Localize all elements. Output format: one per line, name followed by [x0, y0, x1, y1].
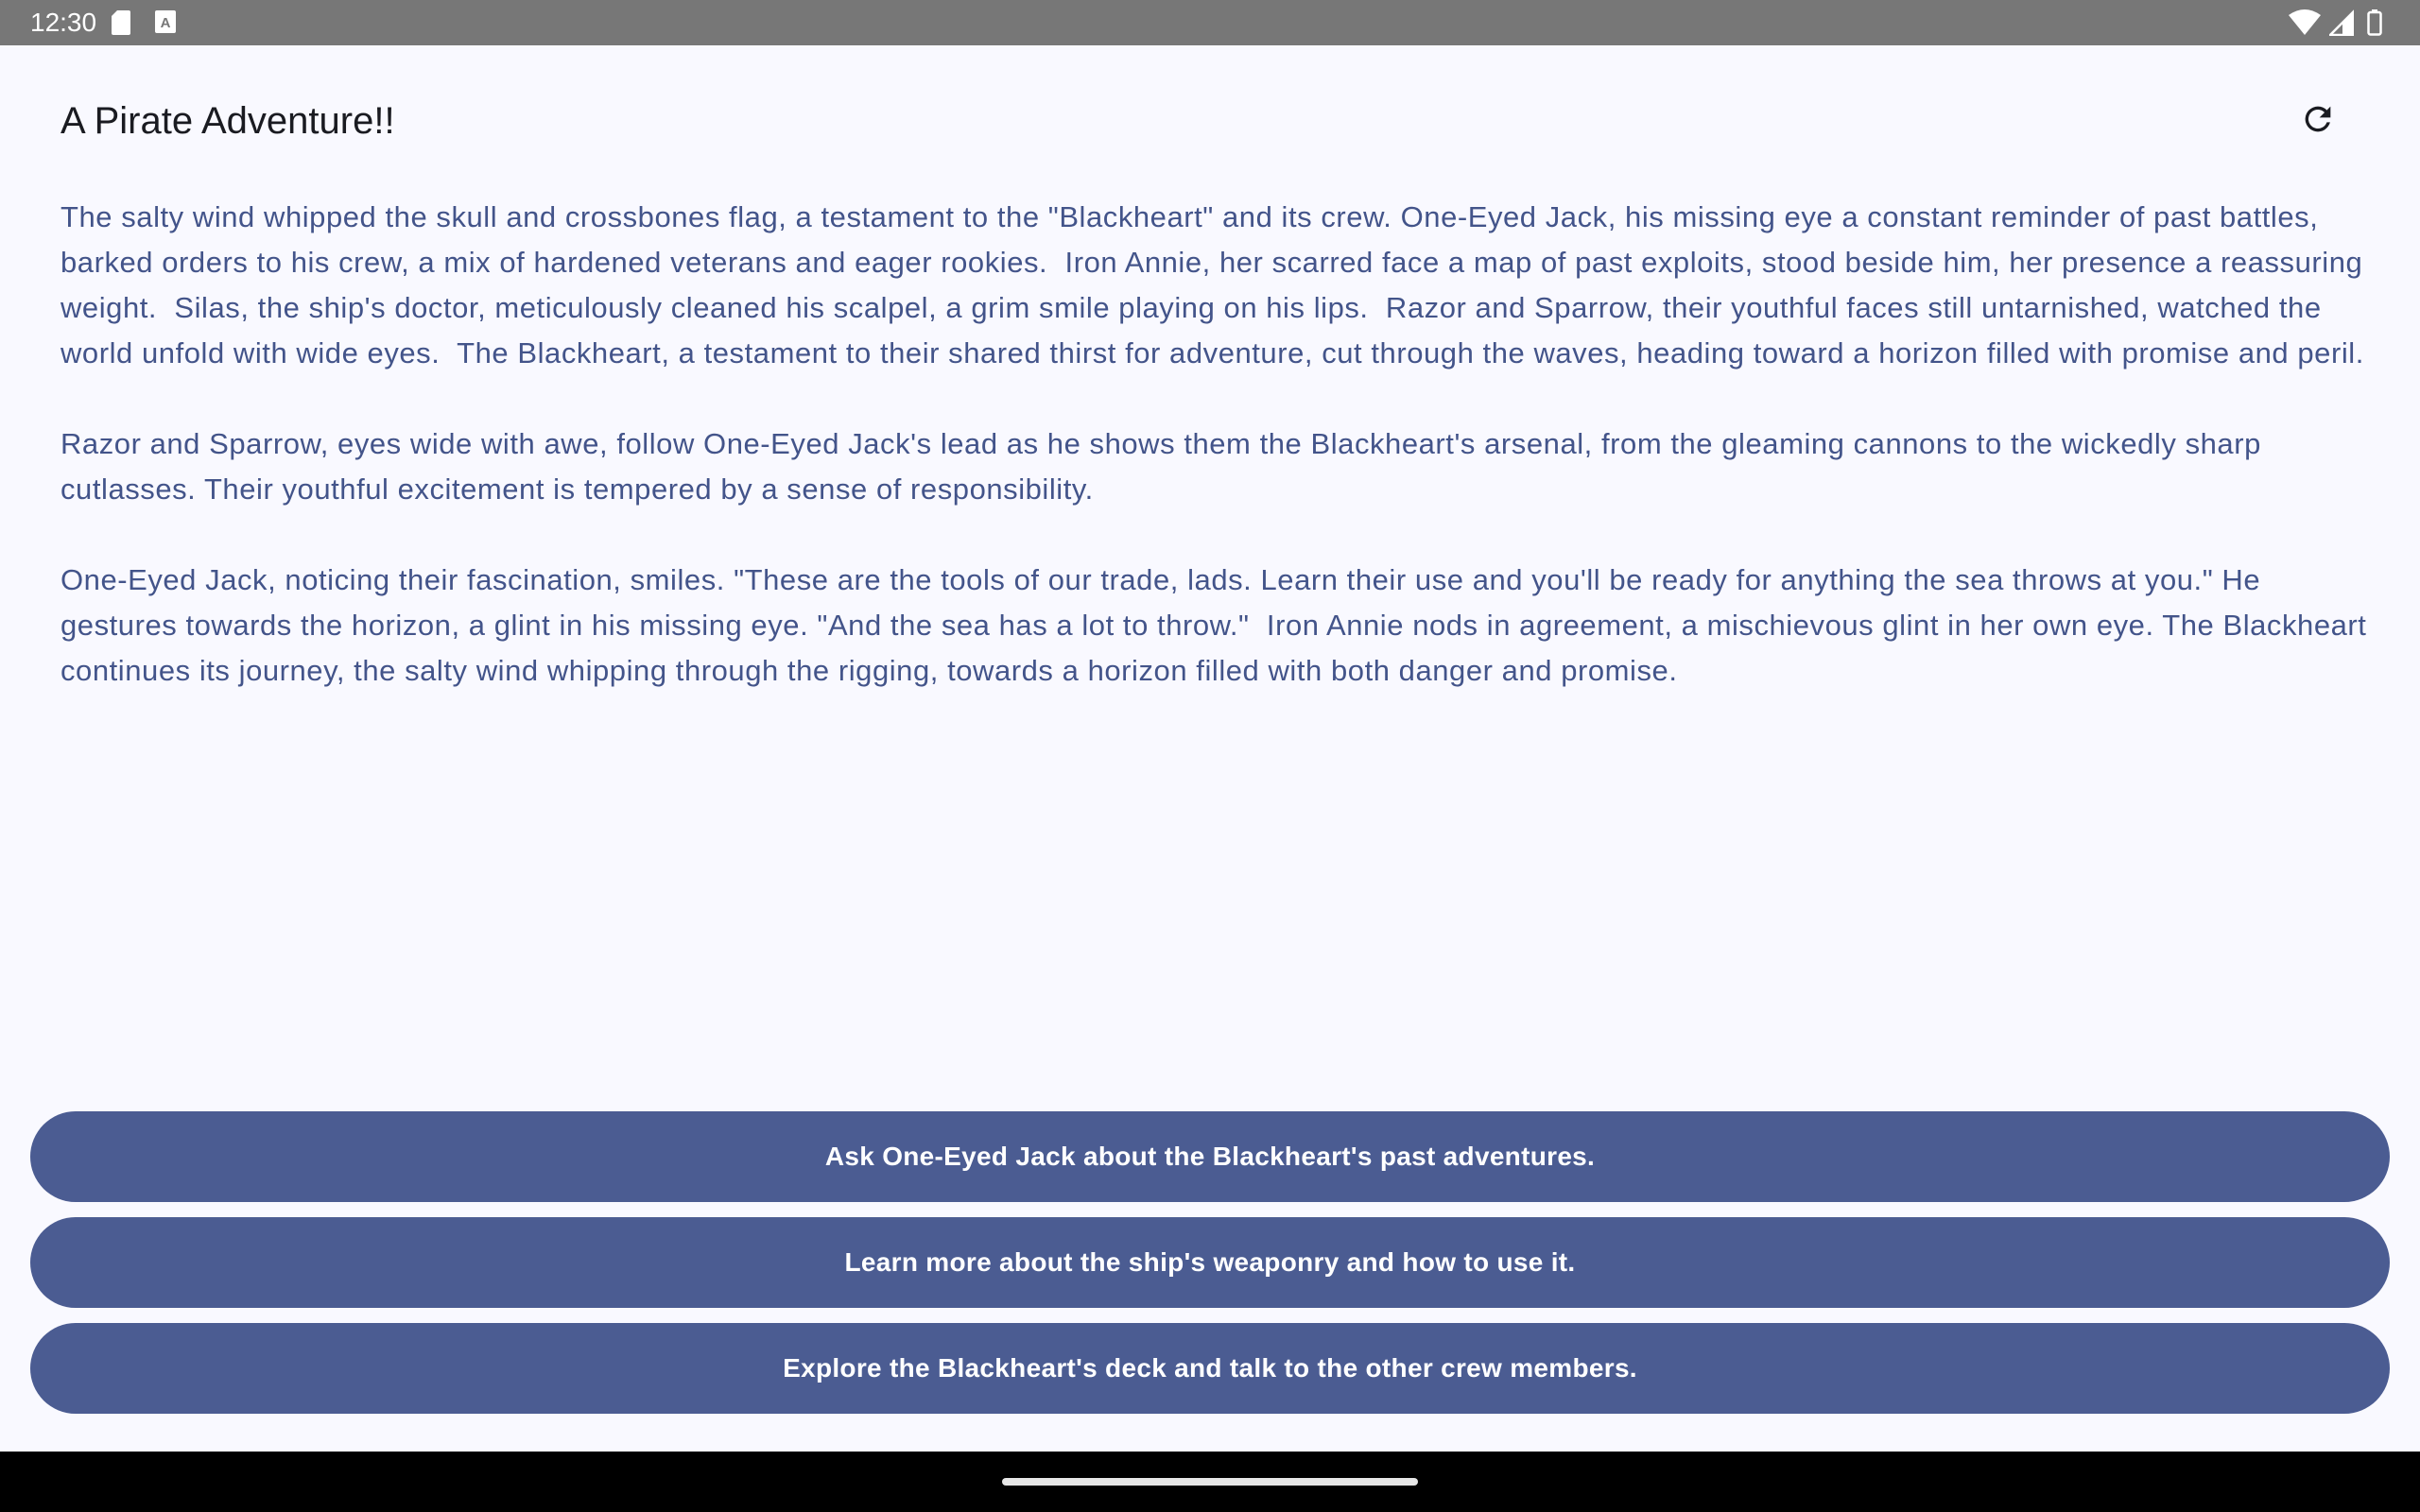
status-icons: [2289, 8, 2382, 37]
story-paragraph: Razor and Sparrow, eyes wide with awe, f…: [60, 427, 2271, 506]
page-title: A Pirate Adventure!!: [60, 100, 395, 142]
choice-button-explore-deck[interactable]: Explore the Blackheart's deck and talk t…: [30, 1323, 2390, 1414]
home-gesture-handle[interactable]: [1002, 1478, 1418, 1486]
story-text: The salty wind whipped the skull and cro…: [60, 195, 2367, 739]
battery-icon: [2367, 9, 2382, 41]
status-time: 12:30: [30, 8, 97, 37]
wifi-icon: [2289, 9, 2322, 41]
choice-list: Ask One-Eyed Jack about the Blackheart's…: [30, 1111, 2390, 1429]
keyboard-a-icon: A: [155, 10, 176, 38]
story-paragraph: The salty wind whipped the skull and cro…: [60, 200, 2372, 369]
sd-card-icon: [112, 10, 130, 40]
navigation-bar: [0, 1452, 2420, 1512]
choice-button-weaponry[interactable]: Learn more about the ship's weaponry and…: [30, 1217, 2390, 1308]
status-bar: 12:30 A: [0, 0, 2420, 45]
cell-signal-icon: [2326, 8, 2355, 41]
svg-text:A: A: [161, 15, 171, 31]
story-paragraph: One-Eyed Jack, noticing their fascinatio…: [60, 563, 2376, 687]
refresh-button[interactable]: [2288, 91, 2348, 151]
choice-button-past-adventures[interactable]: Ask One-Eyed Jack about the Blackheart's…: [30, 1111, 2390, 1202]
refresh-icon: [2299, 100, 2337, 143]
